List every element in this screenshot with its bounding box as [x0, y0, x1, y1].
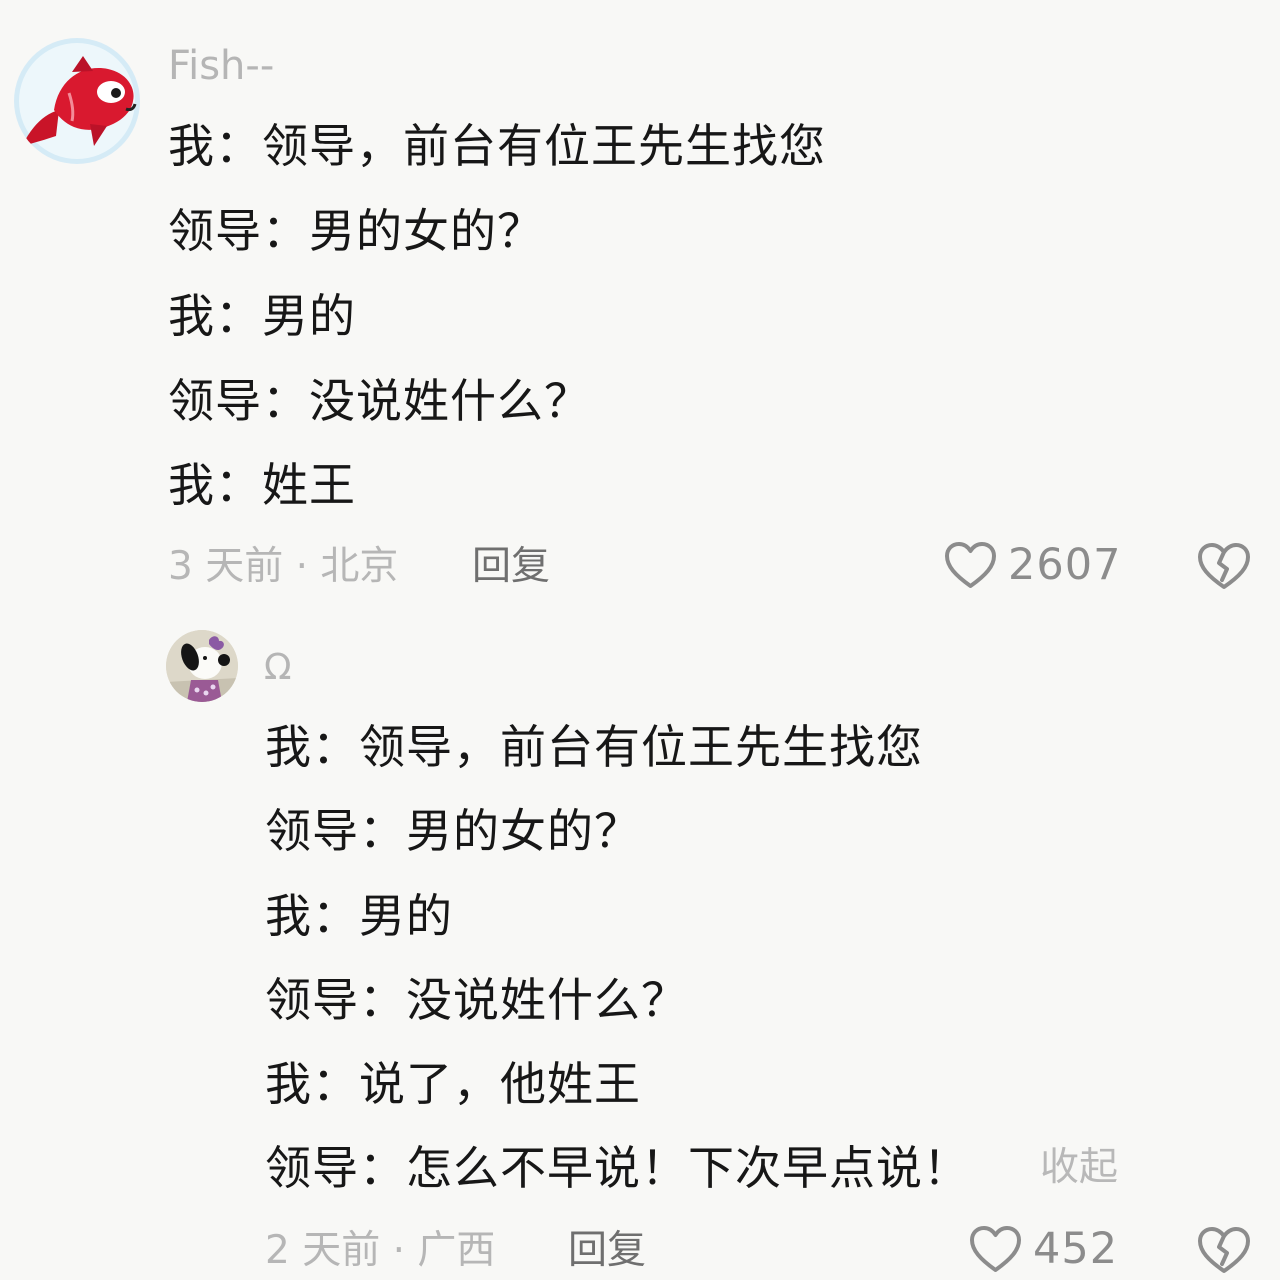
comment-line: 领导：男的女的？: [168, 204, 544, 258]
collapse-button[interactable]: 收起: [1040, 1148, 1118, 1187]
comment-line: 我：领导，前台有位王先生找您: [265, 720, 923, 774]
heart-outline-icon: [945, 542, 996, 588]
avatar[interactable]: [166, 630, 238, 702]
username[interactable]: Ω: [264, 647, 292, 688]
comment-line: 领导：没说姓什么？: [168, 374, 591, 428]
snoopy-avatar-icon: [166, 630, 238, 702]
reply-button[interactable]: 回复: [568, 1231, 646, 1270]
avatar[interactable]: [14, 38, 140, 164]
red-fish-icon: [15, 39, 139, 163]
dislike-button[interactable]: [1196, 1224, 1252, 1280]
username[interactable]: Fish--: [168, 43, 274, 89]
comment-line: 领导：男的女的？: [265, 804, 641, 858]
like-button[interactable]: 452: [968, 1224, 1118, 1274]
heart-outline-icon: [970, 1226, 1021, 1272]
comment-line: 我：说了，他姓王: [265, 1057, 641, 1111]
comment-line: 我：领导，前台有位王先生找您: [168, 119, 826, 173]
comment-line: 我：姓王: [168, 458, 356, 512]
comment-line: 领导：没说姓什么？: [265, 973, 688, 1027]
broken-heart-icon: [1198, 1227, 1250, 1273]
comment-line: 我：男的: [265, 889, 453, 943]
dislike-button[interactable]: [1196, 540, 1252, 596]
comment-meta: 2 天前 · 广西: [265, 1228, 496, 1273]
comment-line: 我：男的: [168, 289, 356, 343]
reply-button[interactable]: 回复: [472, 547, 550, 586]
like-count: 452: [1033, 1223, 1119, 1274]
comment-line: 领导：怎么不早说！下次早点说！: [265, 1141, 970, 1195]
like-button[interactable]: 2607: [943, 540, 1121, 590]
comment-meta: 3 天前 · 北京: [168, 544, 399, 589]
like-count: 2607: [1008, 539, 1122, 590]
broken-heart-icon: [1198, 543, 1250, 589]
